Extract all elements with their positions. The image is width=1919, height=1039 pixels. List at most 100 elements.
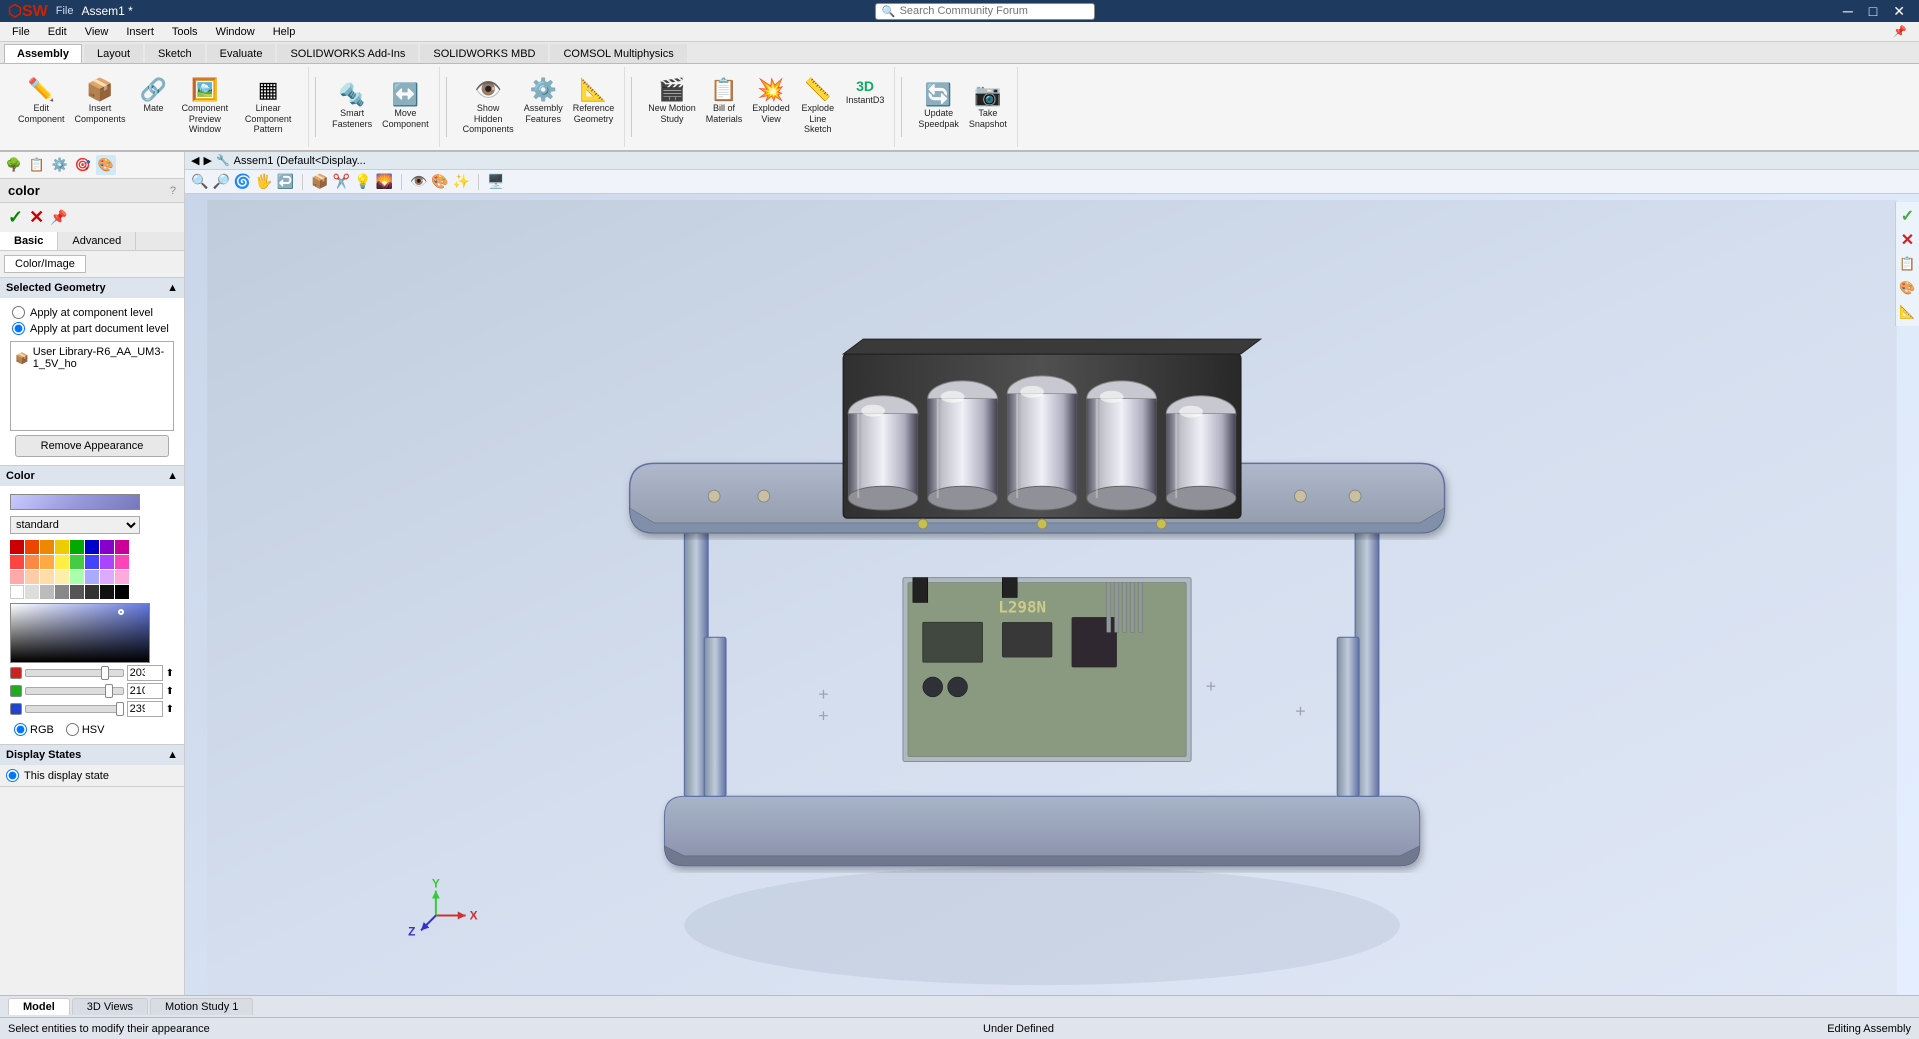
right-panel-btn-4[interactable]: 🎨	[1898, 278, 1918, 298]
tree-nav-back[interactable]: ◀	[191, 154, 199, 167]
tab-layout[interactable]: Layout	[84, 44, 143, 63]
display-states-header[interactable]: Display States ▲	[0, 745, 184, 765]
swatch-29[interactable]	[85, 585, 99, 599]
appearance-button[interactable]: 🎨	[96, 155, 116, 175]
red-slider-track[interactable]	[25, 669, 124, 677]
bill-of-materials-button[interactable]: 📋 Bill ofMaterials	[702, 77, 747, 137]
apply-part-radio[interactable]: Apply at part document level	[12, 322, 172, 335]
color-gradient-picker[interactable]	[10, 603, 150, 663]
tab-comsol[interactable]: COMSOL Multiphysics	[550, 44, 686, 63]
menu-file[interactable]: File	[4, 24, 38, 40]
config-manager-button[interactable]: ⚙️	[50, 155, 70, 175]
view-appearance-icon[interactable]: 🎨	[431, 173, 448, 190]
view-rotate-icon[interactable]: 🌀	[234, 173, 251, 190]
swatch-13[interactable]	[85, 555, 99, 569]
view-pan-icon[interactable]: 🖐️	[255, 173, 272, 190]
view-hide-icon[interactable]: 👁️	[410, 173, 427, 190]
assembly-features-button[interactable]: ⚙️ AssemblyFeatures	[520, 77, 567, 137]
tab-3dviews[interactable]: 3D Views	[72, 998, 148, 1015]
green-value-input[interactable]	[127, 683, 163, 699]
rgb-radio[interactable]	[14, 723, 27, 736]
apply-component-radio[interactable]: Apply at component level	[12, 306, 172, 319]
menu-window[interactable]: Window	[208, 24, 263, 40]
swatch-30[interactable]	[100, 585, 114, 599]
this-display-state-radio[interactable]	[6, 769, 19, 782]
green-spinner[interactable]: ⬆	[166, 686, 174, 697]
hsv-radio[interactable]	[66, 723, 79, 736]
menu-insert[interactable]: Insert	[118, 24, 162, 40]
edit-component-button[interactable]: ✏️ EditComponent	[14, 77, 69, 137]
swatch-0[interactable]	[10, 540, 24, 554]
menu-edit[interactable]: Edit	[40, 24, 75, 40]
feature-manager-button[interactable]: 🌳	[4, 155, 24, 175]
selected-geometry-header[interactable]: Selected Geometry ▲	[0, 278, 184, 298]
red-slider-thumb[interactable]	[101, 666, 109, 680]
red-spinner[interactable]: ⬆	[166, 668, 174, 679]
right-panel-btn-1[interactable]: ✓	[1898, 206, 1918, 226]
view-orient-icon[interactable]: 🔍	[191, 173, 208, 190]
swatch-14[interactable]	[100, 555, 114, 569]
green-slider-track[interactable]	[25, 687, 124, 695]
swatch-17[interactable]	[25, 570, 39, 584]
swatch-10[interactable]	[40, 555, 54, 569]
hsv-option[interactable]: HSV	[66, 723, 105, 736]
reject-button[interactable]: ✕	[29, 207, 44, 228]
search-input[interactable]	[900, 5, 1060, 17]
blue-slider-thumb[interactable]	[116, 702, 124, 716]
view-realview-icon[interactable]: ✨	[453, 173, 470, 190]
swatch-1[interactable]	[25, 540, 39, 554]
insert-components-button[interactable]: 📦 InsertComponents	[71, 77, 130, 137]
geom-list-item[interactable]: 📦 User Library-R6_AA_UM3-1_5V_ho	[13, 344, 171, 372]
show-hidden-button[interactable]: 👁️ ShowHiddenComponents	[459, 77, 518, 137]
swatch-12[interactable]	[70, 555, 84, 569]
green-slider-thumb[interactable]	[105, 684, 113, 698]
mate-button[interactable]: 🔗 Mate	[132, 77, 176, 137]
component-preview-button[interactable]: 🖼️ ComponentPreviewWindow	[178, 77, 233, 137]
remove-appearance-button[interactable]: Remove Appearance	[15, 435, 170, 457]
swatch-27[interactable]	[55, 585, 69, 599]
pin-icon[interactable]: 📌	[1885, 23, 1915, 40]
blue-value-input[interactable]	[127, 701, 163, 717]
swatch-20[interactable]	[70, 570, 84, 584]
take-snapshot-button[interactable]: 📷 TakeSnapshot	[965, 82, 1011, 132]
tree-nav-forward[interactable]: ▶	[203, 154, 211, 167]
swatch-31[interactable]	[115, 585, 129, 599]
swatch-6[interactable]	[100, 540, 114, 554]
apply-part-input[interactable]	[12, 322, 25, 335]
tab-addins[interactable]: SOLIDWORKS Add-Ins	[277, 44, 418, 63]
menu-help[interactable]: Help	[265, 24, 304, 40]
tab-assembly[interactable]: Assembly	[4, 44, 82, 63]
swatch-16[interactable]	[10, 570, 24, 584]
view-select-icon[interactable]: ↩️	[277, 173, 294, 190]
swatch-7[interactable]	[115, 540, 129, 554]
minimize-button[interactable]: ─	[1837, 3, 1859, 20]
color-section-header[interactable]: Color ▲	[0, 466, 184, 486]
tab-model[interactable]: Model	[8, 998, 70, 1015]
explode-line-button[interactable]: 📏 ExplodeLineSketch	[796, 77, 840, 137]
swatch-4[interactable]	[70, 540, 84, 554]
tab-evaluate[interactable]: Evaluate	[207, 44, 276, 63]
swatch-3[interactable]	[55, 540, 69, 554]
new-motion-study-button[interactable]: 🎬 New MotionStudy	[644, 77, 700, 137]
linear-pattern-button[interactable]: ▦ Linear ComponentPattern	[234, 77, 302, 137]
swatch-28[interactable]	[70, 585, 84, 599]
red-value-input[interactable]	[127, 665, 163, 681]
property-manager-button[interactable]: 📋	[27, 155, 47, 175]
swatch-5[interactable]	[85, 540, 99, 554]
menu-view[interactable]: View	[77, 24, 117, 40]
right-panel-btn-3[interactable]: 📋	[1898, 254, 1918, 274]
maximize-button[interactable]: □	[1863, 3, 1883, 20]
swatch-15[interactable]	[115, 555, 129, 569]
view-display-icon[interactable]: 📦	[311, 173, 328, 190]
swatch-22[interactable]	[100, 570, 114, 584]
blue-slider-track[interactable]	[25, 705, 124, 713]
tab-mbd[interactable]: SOLIDWORKS MBD	[420, 44, 548, 63]
tab-basic[interactable]: Basic	[0, 232, 58, 250]
exploded-view-button[interactable]: 💥 ExplodedView	[748, 77, 794, 137]
cam-button[interactable]: 🎯	[73, 155, 93, 175]
menu-tools[interactable]: Tools	[164, 24, 206, 40]
blue-spinner[interactable]: ⬆	[166, 704, 174, 715]
color-image-button[interactable]: Color/Image	[4, 255, 86, 273]
swatch-23[interactable]	[115, 570, 129, 584]
swatch-2[interactable]	[40, 540, 54, 554]
